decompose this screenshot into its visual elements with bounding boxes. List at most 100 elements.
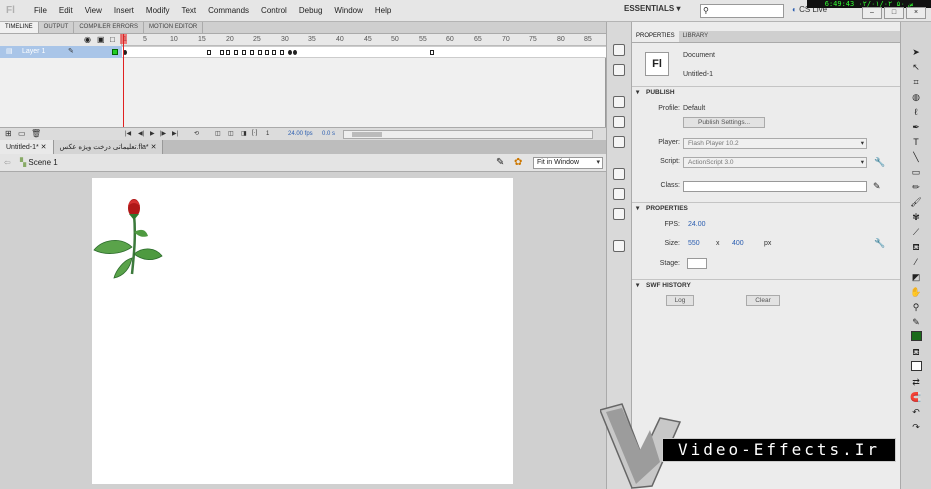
info-panel-icon[interactable]	[613, 116, 625, 128]
player-select[interactable]: Flash Player 10.2	[683, 138, 867, 149]
keyframe[interactable]	[272, 50, 276, 55]
prev-frame-icon[interactable]: ◀|	[138, 130, 144, 137]
doc-tab-fla[interactable]: تعلیماتی درخت ویژه عکس.fla* ✕	[53, 140, 164, 154]
log-button[interactable]: Log	[666, 295, 694, 306]
frame-rate[interactable]: 24.00 fps	[288, 131, 313, 137]
scene-breadcrumb[interactable]: ▚ Scene 1	[20, 158, 58, 167]
tab-library[interactable]: LIBRARY	[679, 31, 713, 42]
zoom-tool-icon[interactable]: ⚲	[909, 301, 923, 313]
timeline-scrollbar[interactable]	[343, 130, 593, 139]
keyframe[interactable]	[226, 50, 230, 55]
menu-commands[interactable]: Commands	[202, 6, 255, 15]
layer-row[interactable]: ▤ Layer 1 ✎	[0, 46, 122, 58]
menu-edit[interactable]: Edit	[53, 6, 79, 15]
properties-section-header[interactable]: PROPERTIES	[632, 202, 900, 214]
next-frame-icon[interactable]: |▶	[160, 130, 166, 137]
close-tab-icon[interactable]: ✕	[41, 144, 47, 151]
onion-markers-icon[interactable]: [·]	[252, 130, 257, 136]
lock-icon[interactable]: ▣	[97, 35, 105, 44]
stage-height[interactable]: 400	[732, 240, 744, 247]
zoom-select[interactable]: Fit in Window	[533, 157, 603, 169]
keyframe[interactable]	[265, 50, 269, 55]
playhead[interactable]	[123, 34, 124, 134]
frames-track[interactable]	[122, 46, 606, 58]
3d-rotation-tool-icon[interactable]: ◍	[909, 91, 923, 103]
menu-insert[interactable]: Insert	[108, 6, 140, 15]
fill-bucket-icon[interactable]: ⛾	[909, 346, 923, 358]
tab-properties[interactable]: PROPERTIES	[632, 31, 679, 42]
lasso-tool-icon[interactable]: ℓ	[909, 106, 923, 118]
script-select[interactable]: ActionScript 3.0	[683, 157, 867, 168]
stage[interactable]	[92, 178, 513, 484]
components-icon[interactable]	[613, 188, 625, 200]
eyedropper-tool-icon[interactable]: ⁄	[909, 256, 923, 268]
stage-width[interactable]: 550	[688, 240, 700, 247]
menu-file[interactable]: File	[28, 6, 53, 15]
text-tool-icon[interactable]: T	[909, 136, 923, 148]
keyframe[interactable]	[293, 50, 297, 55]
rose-graphic[interactable]	[92, 192, 167, 282]
help-search-input[interactable]: ⚲	[700, 4, 784, 18]
edit-multiple-icon[interactable]: ◨	[241, 130, 247, 137]
first-frame-icon[interactable]: |◀	[125, 130, 131, 137]
menu-window[interactable]: Window	[328, 6, 368, 15]
pen-tool-icon[interactable]: ✒	[909, 121, 923, 133]
menu-control[interactable]: Control	[255, 6, 293, 15]
back-arrow-icon[interactable]: ⇦	[4, 158, 11, 167]
play-icon[interactable]: ▶	[150, 130, 155, 137]
project-panel-icon[interactable]	[613, 240, 625, 252]
publish-settings-button[interactable]: Publish Settings...	[683, 117, 765, 128]
menu-text[interactable]: Text	[175, 6, 202, 15]
stage-color-swatch[interactable]	[687, 258, 707, 269]
loop-icon[interactable]: ⟲	[194, 130, 199, 137]
keyframe[interactable]	[250, 50, 254, 55]
motion-presets-icon[interactable]	[613, 208, 625, 220]
color-panel-icon[interactable]	[613, 44, 625, 56]
menu-view[interactable]: View	[79, 6, 108, 15]
align-panel-icon[interactable]	[613, 96, 625, 108]
minimize-button[interactable]: –	[862, 7, 882, 19]
edit-scene-icon[interactable]: ✎	[496, 157, 504, 168]
keyframe[interactable]	[207, 50, 211, 55]
code-snippets-icon[interactable]	[613, 168, 625, 180]
free-transform-tool-icon[interactable]: ⌗	[909, 76, 923, 88]
paint-bucket-tool-icon[interactable]: ⛾	[909, 241, 923, 253]
pasteboard[interactable]	[0, 172, 606, 489]
keyframe[interactable]	[288, 50, 292, 55]
rectangle-tool-icon[interactable]: ▭	[909, 166, 923, 178]
keyframe[interactable]	[242, 50, 246, 55]
last-frame-icon[interactable]: ▶|	[172, 130, 178, 137]
pencil-tool-icon[interactable]: ✏	[909, 181, 923, 193]
hand-tool-icon[interactable]: ✋	[909, 286, 923, 298]
eye-icon[interactable]: ◉	[84, 35, 91, 44]
class-input[interactable]	[683, 181, 867, 192]
keyframe[interactable]	[234, 50, 238, 55]
workspace-switcher[interactable]: ESSENTIALS ▾	[624, 4, 680, 13]
selection-tool-icon[interactable]: ➤	[909, 46, 923, 58]
scrollbar-thumb[interactable]	[352, 132, 382, 137]
document-settings-icon[interactable]: 🔧	[874, 238, 885, 249]
subselection-tool-icon[interactable]: ↖	[909, 61, 923, 73]
bone-tool-icon[interactable]: ⟋	[909, 226, 923, 238]
wrench-icon[interactable]: 🔧	[874, 157, 885, 168]
new-layer-icon[interactable]: ⊞	[5, 129, 12, 138]
frame-ruler[interactable]: 1 5 10 15 20 25 30 35 40 45 50 55 60 65 …	[122, 34, 606, 46]
delete-layer-icon[interactable]: 🗑	[31, 129, 41, 138]
line-tool-icon[interactable]: ╲	[909, 151, 923, 163]
keyframe[interactable]	[220, 50, 224, 55]
tab-output[interactable]: OUTPUT	[39, 22, 75, 33]
keyframe[interactable]	[280, 50, 284, 55]
fill-color-swatch[interactable]	[909, 331, 923, 343]
new-folder-icon[interactable]: ▭	[18, 129, 26, 138]
fps-value[interactable]: 24.00	[688, 221, 706, 228]
keyframe[interactable]	[258, 50, 262, 55]
tab-compiler-errors[interactable]: COMPILER ERRORS	[74, 22, 145, 33]
deco-tool-icon[interactable]: ✾	[909, 211, 923, 223]
current-frame[interactable]: 1	[266, 131, 269, 137]
doc-tab-untitled[interactable]: Untitled-1* ✕	[0, 140, 54, 154]
no-color-swatch[interactable]	[909, 361, 923, 373]
layer-color-swatch[interactable]	[112, 49, 118, 55]
swf-history-section-header[interactable]: SWF HISTORY	[632, 279, 900, 291]
menu-help[interactable]: Help	[369, 6, 397, 15]
onion-skin-icon[interactable]: ◫	[215, 130, 221, 137]
